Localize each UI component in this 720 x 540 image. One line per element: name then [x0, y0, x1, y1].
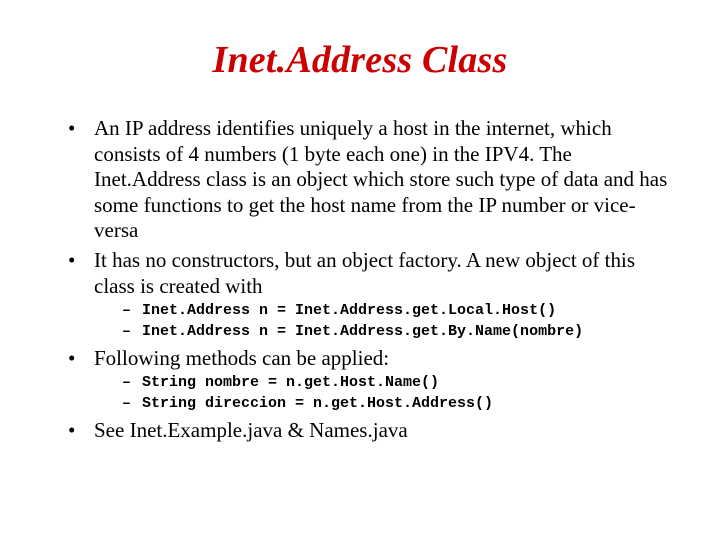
slide: Inet.Address Class An IP address identif…	[0, 0, 720, 540]
code-line: Inet.Address n = Inet.Address.get.By.Nam…	[128, 322, 672, 342]
code-line: String nombre = n.get.Host.Name()	[128, 373, 672, 393]
slide-title: Inet.Address Class	[48, 38, 672, 82]
sub-bullet-list: Inet.Address n = Inet.Address.get.Local.…	[94, 301, 672, 342]
code-text: String direccion = n.get.Host.Address()	[142, 395, 493, 412]
bullet-text: Following methods can be applied:	[94, 346, 389, 370]
code-line: String direccion = n.get.Host.Address()	[128, 394, 672, 414]
bullet-text: See Inet.Example.java & Names.java	[94, 418, 408, 442]
code-line: Inet.Address n = Inet.Address.get.Local.…	[128, 301, 672, 321]
code-text: String nombre = n.get.Host.Name()	[142, 374, 439, 391]
bullet-list: An IP address identifies uniquely a host…	[48, 116, 672, 443]
bullet-item: Following methods can be applied: String…	[78, 346, 672, 414]
code-text: Inet.Address n = Inet.Address.get.By.Nam…	[142, 323, 583, 340]
bullet-item: An IP address identifies uniquely a host…	[78, 116, 672, 244]
sub-bullet-list: String nombre = n.get.Host.Name() String…	[94, 373, 672, 414]
bullet-text: An IP address identifies uniquely a host…	[94, 116, 667, 242]
code-text: Inet.Address n = Inet.Address.get.Local.…	[142, 302, 556, 319]
bullet-item: It has no constructors, but an object fa…	[78, 248, 672, 342]
bullet-item: See Inet.Example.java & Names.java	[78, 418, 672, 444]
bullet-text: It has no constructors, but an object fa…	[94, 248, 635, 298]
